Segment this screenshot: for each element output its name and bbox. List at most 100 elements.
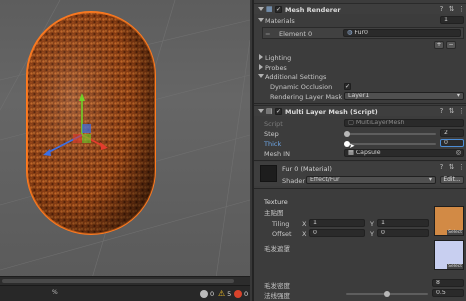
tiling-y-field[interactable]: 1 <box>377 219 429 227</box>
tiling-label: Tiling <box>272 220 290 228</box>
element0-label: Element 0 <box>279 30 313 38</box>
offset-label: Offset <box>272 230 292 238</box>
mesh-renderer-header[interactable]: ▦ ✓ Mesh Renderer ? ⇅ ⋮ <box>254 3 466 14</box>
step-label: Step <box>264 130 279 138</box>
additional-settings-foldout[interactable]: Additional Settings <box>254 72 466 81</box>
fur-strength-label: 法线强度 <box>264 292 290 300</box>
offset-x-field[interactable]: 0 <box>309 229 365 237</box>
material-title: Fur 0 (Material) <box>282 165 332 173</box>
foldout-arrow-icon[interactable] <box>258 74 264 78</box>
fur-density-field[interactable]: 8 <box>432 279 464 287</box>
thick-slider[interactable] <box>346 143 436 145</box>
probes-foldout[interactable]: Probes <box>254 63 466 72</box>
preset-icon[interactable]: ⇅ <box>448 6 455 13</box>
foldout-arrow-icon[interactable] <box>258 7 264 11</box>
drag-handle-icon[interactable]: = <box>265 30 270 38</box>
lighting-label: Lighting <box>265 54 292 62</box>
chevron-down-icon: ▾ <box>456 92 460 99</box>
tiling-x-field[interactable]: 1 <box>309 219 365 227</box>
object-picker-icon[interactable]: ◎ <box>456 150 461 156</box>
step-row: Step 2 <box>254 129 466 138</box>
step-slider[interactable] <box>346 133 436 135</box>
stat-warnings[interactable]: ⚠ 5 <box>218 288 231 299</box>
material-preview-icon <box>260 165 277 182</box>
mesh-renderer-title: Mesh Renderer <box>285 6 341 14</box>
more-options-icon[interactable]: ⋮ <box>458 108 465 115</box>
thick-row: Thick ➤ 0 <box>254 139 466 150</box>
element0-object-field[interactable]: ◍ Fur0 <box>343 29 461 37</box>
more-options-icon[interactable]: ⋮ <box>458 6 465 13</box>
preset-icon[interactable]: ⇅ <box>448 108 455 115</box>
dynamic-occlusion-row: Dynamic Occlusion ✓ <box>254 82 466 91</box>
script-object-field: ▢ MultiLayerMesh <box>344 119 464 127</box>
foldout-arrow-icon[interactable] <box>259 54 263 60</box>
dynamic-occlusion-checkbox[interactable]: ✓ <box>344 83 351 90</box>
materials-size-field[interactable]: 1 <box>440 16 464 24</box>
script-row: Script ▢ MultiLayerMesh <box>254 119 466 128</box>
shader-dropdown[interactable]: Effect/Fur ▾ <box>306 176 436 184</box>
scene-view[interactable] <box>0 0 250 285</box>
script-enabled-checkbox[interactable]: ✓ <box>275 108 282 115</box>
offset-x-label: X <box>302 230 307 238</box>
step-slider-knob[interactable] <box>344 131 350 137</box>
mesh-in-label: Mesh IN <box>264 150 290 158</box>
script-label: Script <box>264 120 283 128</box>
material-icon: ◍ <box>347 29 353 36</box>
materials-label: Materials <box>265 17 295 25</box>
help-icon[interactable]: ? <box>438 108 445 115</box>
divider <box>254 188 466 189</box>
more-options-icon[interactable]: ⋮ <box>458 164 465 171</box>
fur-capsule[interactable] <box>26 11 156 235</box>
script-file-icon: ▢ <box>348 119 354 126</box>
tiling-x-label: X <box>302 220 307 228</box>
additional-settings-label: Additional Settings <box>265 73 327 81</box>
lighting-foldout[interactable]: Lighting <box>254 53 466 62</box>
fur-strength-field[interactable]: 0.5 <box>432 289 464 297</box>
script-icon: ▤ <box>266 107 273 115</box>
fur-mask-texture-slot[interactable]: Select <box>434 240 464 270</box>
scene-canvas[interactable] <box>0 0 250 285</box>
foldout-arrow-icon[interactable] <box>258 109 264 113</box>
stat-errors[interactable]: 0 <box>234 288 248 299</box>
preset-icon[interactable]: ⇅ <box>448 164 455 171</box>
thick-value-field[interactable]: 0 <box>440 139 464 147</box>
divider <box>254 160 466 161</box>
materials-foldout[interactable]: Materials 1 <box>254 16 466 25</box>
tiling-y-label: Y <box>370 220 374 228</box>
rendering-layer-dropdown[interactable]: Layer1 ▾ <box>344 92 464 100</box>
mesh-icon: ▦ <box>348 149 354 156</box>
help-icon[interactable]: ? <box>438 6 445 13</box>
error-icon <box>234 289 242 298</box>
scene-horizontal-scrollbar[interactable] <box>0 276 250 285</box>
grid-component-icon: ▦ <box>266 5 273 13</box>
foldout-arrow-icon[interactable] <box>259 64 263 70</box>
add-element-button[interactable]: + <box>434 41 444 49</box>
edit-shader-button[interactable]: Edit... <box>440 176 464 184</box>
scrollbar-thumb[interactable] <box>2 279 234 283</box>
stat-a[interactable]: 0 <box>200 288 214 299</box>
info-icon <box>200 289 208 298</box>
progress-percent: % <box>52 289 58 296</box>
remove-element-button[interactable]: − <box>446 41 456 49</box>
offset-y-label: Y <box>370 230 374 238</box>
tiling-row: Tiling X 1 Y 1 <box>254 219 466 228</box>
foldout-arrow-icon[interactable] <box>258 18 264 22</box>
dynamic-occlusion-label: Dynamic Occlusion <box>270 83 333 91</box>
mesh-in-object-field[interactable]: ▦ Capsule ◎ <box>344 149 464 157</box>
help-icon[interactable]: ? <box>438 164 445 171</box>
texture-sublabel: 主贴图 <box>264 209 284 217</box>
fur-strength-slider-knob[interactable] <box>384 291 390 297</box>
fur-mask-label: 毛发遮罩 <box>264 245 290 253</box>
chevron-down-icon: ▾ <box>428 176 432 183</box>
select-mask-button[interactable]: Select <box>447 264 463 269</box>
material-header[interactable]: Fur 0 (Material) Shader Effect/Fur ▾ Edi… <box>254 162 466 186</box>
warning-icon: ⚠ <box>218 289 226 298</box>
probes-label: Probes <box>265 64 287 72</box>
offset-y-field[interactable]: 0 <box>377 229 429 237</box>
mesh-renderer-enabled-checkbox[interactable]: ✓ <box>275 6 282 13</box>
rendering-layer-row: Rendering Layer Mask Layer1 ▾ <box>254 92 466 101</box>
offset-row: Offset X 0 Y 0 <box>254 229 466 238</box>
step-value-field[interactable]: 2 <box>440 129 464 137</box>
mesh-in-row: Mesh IN ▦ Capsule ◎ <box>254 149 466 158</box>
script-component-header[interactable]: ▤ ✓ Multi Layer Mesh (Script) ? ⇅ ⋮ <box>254 105 466 116</box>
